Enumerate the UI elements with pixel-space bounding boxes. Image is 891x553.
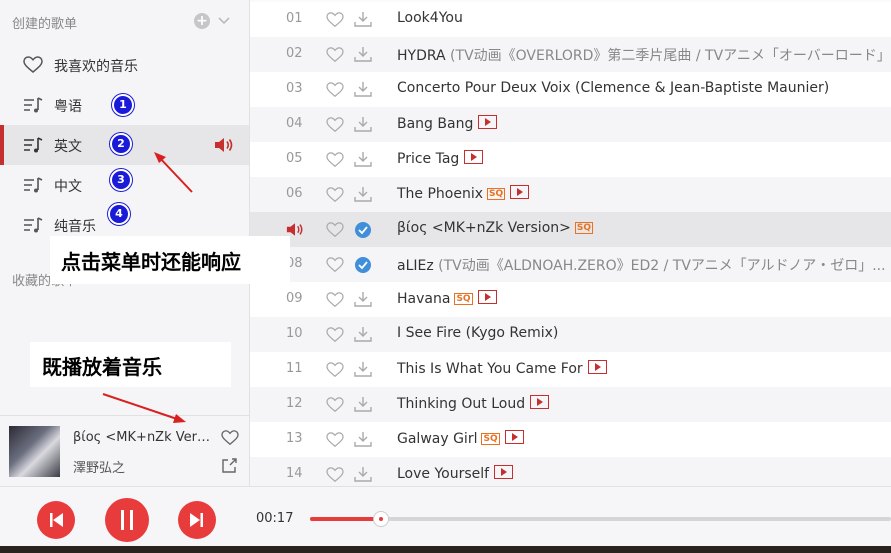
bottom-strip: [0, 546, 891, 553]
previous-button[interactable]: [37, 501, 75, 539]
progress-track[interactable]: [310, 511, 891, 527]
pause-button[interactable]: [105, 498, 149, 542]
arrow-to-now-playing: [102, 393, 186, 423]
progress-knob[interactable]: [372, 511, 389, 527]
next-button[interactable]: [178, 501, 216, 539]
arrow-to-menu: [154, 152, 193, 193]
annotation-arrows: [102, 152, 193, 423]
elapsed-time: 00:17: [256, 511, 294, 526]
player-bar: 00:17: [0, 486, 891, 547]
pause-icon: [121, 510, 133, 530]
progress-fill: [310, 517, 380, 521]
skip-previous-icon: [50, 513, 63, 527]
skip-next-icon: [190, 513, 203, 527]
